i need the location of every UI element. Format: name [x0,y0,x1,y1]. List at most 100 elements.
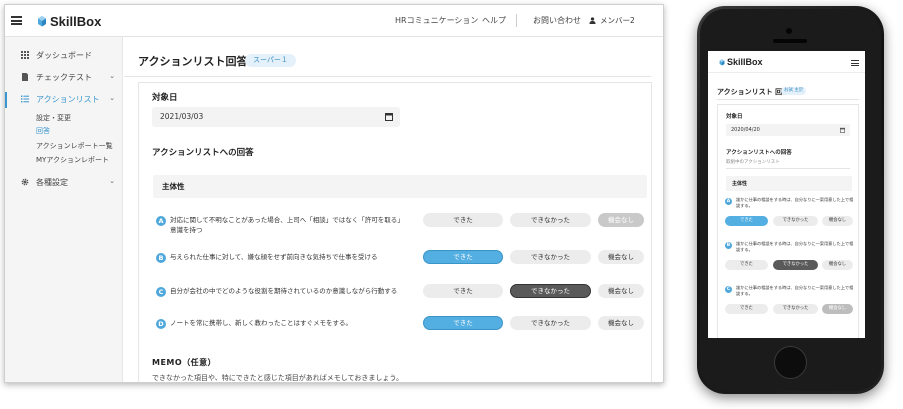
chevron-down-icon: ⌄ [109,72,115,80]
sidebar-item-dashboard[interactable]: ダッシュボード [5,48,123,64]
sidebar-item-label: チェックテスト [36,73,92,82]
calendar-icon[interactable] [840,127,845,133]
mobile-answer-card: 対象日 2020/04/20 アクションリストへの回答 取組中のアクションリスト… [717,104,859,338]
sidebar-subitem-answer[interactable]: 回答 [36,126,50,136]
group-badge: スーパー１ [245,54,296,67]
top-bar: SkillBox HRコミュニケーション ヘルプ お問い合わせ メンバー2 [5,5,663,37]
answer-no-chance-button[interactable]: 機会なし [822,260,853,270]
sidebar: ダッシュボード チェックテスト ⌄ アクションリスト ⌄ 設定・変更 回答 アク… [5,37,123,382]
mobile-page-title: アクションリスト 回答 [717,88,790,96]
question-letter: B [156,253,166,263]
mobile-screen: SkillBox アクションリスト 回答 お試 主於 対象日 2020/04/2… [708,51,865,338]
chevron-down-icon: ⌄ [109,94,115,102]
hamburger-menu-icon[interactable] [851,60,859,66]
document-icon [22,73,28,81]
answer-no-chance-button[interactable]: 機会なし [822,304,853,314]
sidebar-item-label: ダッシュボード [36,51,92,60]
answers-heading: アクションリストへの回答 [726,150,792,156]
answer-no-chance-button[interactable]: 機会なし [598,284,644,298]
question-text: 自分が会社の中でどのような役割を期待されているのか意識しながら行動する [170,287,398,295]
answers-heading: アクションリストへの回答 [152,148,254,158]
gear-icon [21,178,29,186]
question-row-c: C 誰かに仕事の相談をする時は、自分なりに一案用意した上で相談する。 できた で… [718,285,860,325]
logo-cube-icon [38,15,46,26]
question-letter: D [156,319,166,329]
question-text: 誰かに仕事の相談をする時は、自分なりに一案用意した上で相談する。 [736,241,854,252]
answer-not-done-button[interactable]: できなかった [510,250,591,264]
date-label: 対象日 [152,93,178,103]
date-label: 対象日 [726,114,743,120]
sidebar-subitem-report-list[interactable]: アクションレポート一覧 [36,141,113,151]
help-text: 取組中のアクションリスト [726,160,780,165]
question-letter: C [725,286,732,293]
answer-not-done-button[interactable]: できなかった [510,284,591,298]
sidebar-subitem-my-report[interactable]: MYアクションレポート [36,155,109,165]
page-title: アクションリスト回答 [138,55,248,68]
section-divider [726,168,850,169]
nav-contact[interactable]: お問い合わせ [533,15,581,26]
question-text: 誰かに仕事の相談をする時は、自分なりに一案用意した上で相談する。 [736,285,854,296]
answer-no-chance-button[interactable]: 機会なし [598,316,644,330]
nav-help[interactable]: ヘルプ [482,15,506,26]
desktop-window: SkillBox HRコミュニケーション ヘルプ お問い合わせ メンバー2 ダッ… [4,4,664,383]
grid-icon [21,51,29,59]
category-label: 主体性 [162,182,185,191]
question-row-a: A 誰かに仕事の相談をする時は、自分なりに一案用意した上で相談する。 できた で… [718,197,860,237]
date-input[interactable]: 2021/03/03 [152,107,400,127]
answer-done-button[interactable]: できた [423,250,503,264]
answer-done-button[interactable]: できた [423,316,503,330]
answer-not-done-button[interactable]: できなかった [773,304,818,314]
answer-form-card: 対象日 2021/03/03 アクションリストへの回答 主体性 A 対応に関して… [138,82,652,382]
user-menu[interactable]: メンバー2 [589,15,635,26]
question-row-c: C 自分が会社の中でどのような役割を期待されているのか意識しながら行動する でき… [139,284,653,308]
title-divider [124,76,651,77]
calendar-icon[interactable] [385,112,393,121]
question-letter: C [156,287,166,297]
sidebar-item-check-test[interactable]: チェックテスト ⌄ [5,70,123,86]
date-input[interactable]: 2020/04/20 [726,124,850,136]
memo-title: MEMO（任意） [152,358,217,367]
category-header: 主体性 [726,176,852,191]
answer-done-button[interactable]: できた [725,304,768,314]
date-value: 2020/04/20 [731,127,760,133]
answer-done-button[interactable]: できた [423,284,503,298]
nav-hr-communication[interactable]: HRコミュニケーション [395,15,478,26]
user-icon [589,17,596,24]
mobile-group-badge: お試 主於 [781,87,807,95]
question-row-a: A 対応に関して不明なことがあった場合、上司へ「相談」ではなく「許可を取る」意識… [139,213,653,237]
mobile-logo[interactable]: SkillBox [719,57,763,67]
answer-not-done-button[interactable]: できなかった [773,216,818,226]
answer-no-chance-button[interactable]: 機会なし [598,250,644,264]
home-button[interactable] [774,346,807,379]
sidebar-subitem-settings[interactable]: 設定・変更 [36,113,71,123]
answer-not-done-button[interactable]: できなかった [510,213,591,227]
answer-no-chance-button[interactable]: 機会なし [598,213,644,227]
category-header: 主体性 [153,175,647,198]
answer-not-done-button[interactable]: できなかった [510,316,591,330]
answer-done-button[interactable]: できた [423,213,503,227]
skillbox-logo[interactable]: SkillBox [37,13,101,29]
question-text: 対応に関して不明なことがあった場合、上司へ「相談」ではなく「許可を取る」意識を持… [170,216,404,234]
main-content: アクションリスト回答 スーパー１ 対象日 2021/03/03 アクションリスト… [124,37,663,382]
answer-not-done-button[interactable]: できなかった [773,260,818,270]
sidebar-item-action-list[interactable]: アクションリスト ⌄ [5,92,123,108]
answer-done-button[interactable]: できた [725,216,768,226]
camera-icon [786,28,792,34]
category-label: 主体性 [732,181,748,187]
list-icon [21,95,29,103]
nav-divider [516,14,517,27]
logo-text: SkillBox [727,57,763,67]
question-text: ノートを常に携帯し、新しく教わったことはすぐメモをする。 [170,319,352,327]
answer-no-chance-button[interactable]: 機会なし [822,216,853,226]
title-divider [717,99,859,100]
question-letter: A [725,198,732,205]
hamburger-menu-icon[interactable] [11,16,22,25]
date-value: 2021/03/03 [160,112,204,121]
question-row-b: B 与えられた仕事に対して、嫌な顔をせず前向きな気持ちで仕事を受ける できた で… [139,250,653,274]
question-text: 誰かに仕事の相談をする時は、自分なりに一案用意した上で相談する。 [736,197,854,208]
logo-text: SkillBox [50,13,102,29]
question-row-d: D ノートを常に携帯し、新しく教わったことはすぐメモをする。 できた できなかっ… [139,316,653,340]
sidebar-item-settings[interactable]: 各種設定 ⌄ [5,175,123,191]
question-letter: B [725,242,732,249]
answer-done-button[interactable]: できた [725,260,768,270]
